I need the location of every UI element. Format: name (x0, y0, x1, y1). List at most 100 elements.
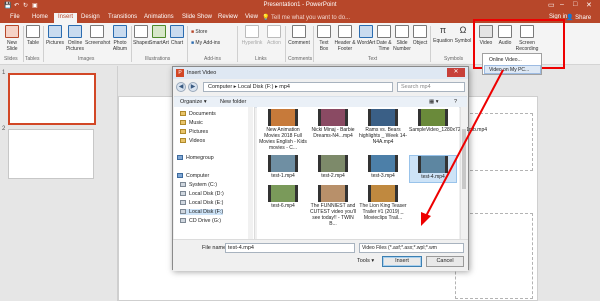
my-addins-label: My Add-ins (195, 40, 221, 46)
forward-icon[interactable]: ▶ (188, 82, 198, 92)
address-input[interactable]: Computer ▸ Local Disk (F:) ▸ mp4 (203, 82, 393, 92)
cancel-button[interactable]: Cancel (426, 256, 464, 267)
screenshot-button[interactable]: Screenshot (85, 25, 110, 46)
nav-item-local-disk-d[interactable]: Local Disk (D:) (180, 191, 224, 197)
file-list-scrollbar[interactable] (460, 107, 467, 239)
maximize-icon[interactable]: □ (573, 1, 577, 8)
nav-item-documents[interactable]: Documents (180, 111, 216, 117)
share-button[interactable]: 👤 Share (566, 14, 591, 21)
nav-item-pictures[interactable]: Pictures (180, 129, 208, 135)
tab-design[interactable]: Design (77, 13, 104, 23)
folder-icon (180, 138, 186, 143)
new-slide-icon (5, 25, 19, 38)
file-item[interactable]: test-3.mp4 (359, 155, 407, 183)
addins-icon: ■ (191, 40, 195, 46)
file-item[interactable]: SampleVideo_1280x720_1mb.mp4 (409, 109, 487, 153)
nav-item-system-c[interactable]: System (C:) (180, 182, 217, 188)
scrollbar-thumb[interactable] (462, 129, 466, 189)
file-item[interactable]: test-2.mp4 (309, 155, 357, 183)
comment-button[interactable]: Comment (287, 25, 311, 46)
file-item[interactable]: Rams vs. Bears highlights _ Week 14-N4A.… (359, 109, 407, 153)
online-video-menu-item[interactable]: Online Video... (489, 57, 522, 63)
file-item[interactable]: Nicki Minaj - Barbie Dreams-N4...mp4 (309, 109, 357, 153)
wordart-button[interactable]: WordArt (357, 25, 375, 46)
file-type-select[interactable]: Video Files (*.asf;*.asx;*.wpl;*.wm (359, 243, 464, 253)
text-box-button[interactable]: Text Box (315, 25, 333, 52)
new-slide-label: New Slide (6, 40, 18, 52)
file-name-label: File name: (202, 245, 228, 251)
slide-thumbnail[interactable] (8, 129, 94, 179)
hyperlink-button[interactable]: Hyperlink (240, 25, 264, 46)
nav-item-computer[interactable]: Computer (177, 173, 209, 179)
video-thumbnail (268, 185, 298, 202)
symbol-button[interactable]: Ω Symbol (454, 25, 472, 44)
online-pictures-button[interactable]: Online Pictures (65, 25, 85, 52)
my-addins-button[interactable]: ■ My Add-ins (191, 40, 220, 46)
photo-album-button[interactable]: Photo Album (110, 25, 130, 52)
pictures-button[interactable]: Pictures (45, 25, 65, 46)
help-icon[interactable]: ? (454, 99, 457, 105)
nav-item-local-disk-f[interactable]: Local Disk (F:) (180, 209, 224, 215)
tab-insert[interactable]: Insert (54, 13, 78, 23)
tab-review[interactable]: Review (214, 13, 242, 23)
tab-animations[interactable]: Animations (140, 13, 178, 23)
tab-slide-show[interactable]: Slide Show (178, 13, 216, 23)
slide-number: 1 (2, 70, 6, 76)
new-folder-button[interactable]: New folder (220, 99, 246, 105)
table-button[interactable]: Table (25, 25, 41, 46)
file-item[interactable]: test-1.mp4 (259, 155, 307, 183)
object-label: Object (412, 40, 428, 46)
search-input[interactable]: Search mp4 (397, 82, 465, 92)
nav-item-label: Computer (186, 173, 210, 179)
back-icon[interactable]: ◀ (176, 82, 186, 92)
smartart-button[interactable]: SmartArt (149, 25, 169, 46)
equation-button[interactable]: π Equation (432, 25, 454, 44)
nav-item-homegroup[interactable]: Homegroup (177, 155, 214, 161)
tab-home[interactable]: Home (28, 13, 52, 23)
tools-button[interactable]: Tools ▾ (357, 258, 374, 264)
close-window-icon[interactable]: ✕ (586, 1, 592, 9)
tab-file[interactable]: File (6, 13, 24, 23)
shapes-button[interactable]: Shapes (133, 25, 150, 46)
minimize-icon[interactable]: – (560, 1, 564, 8)
file-item[interactable]: test-6.mp4 (259, 185, 307, 213)
chart-button[interactable]: Chart (169, 25, 185, 46)
date-time-button[interactable]: Date & Time (375, 25, 393, 52)
video-on-my-pc-menu-item[interactable]: Video on My PC... (489, 67, 529, 73)
nav-pane-scrollbar[interactable] (248, 107, 253, 239)
insert-button[interactable]: Insert (382, 256, 422, 267)
tell-me-input[interactable]: 💡 Tell me what you want to do... (262, 14, 350, 21)
header-footer-button[interactable]: Header & Footer (333, 25, 357, 52)
nav-item-label: Documents (189, 111, 216, 117)
nav-item-cd-drive-g[interactable]: CD Drive (G:) (180, 218, 221, 224)
new-slide-button[interactable]: New Slide (3, 25, 21, 52)
file-item-selected[interactable]: test-4.mp4 (409, 155, 457, 183)
store-button[interactable]: ■ Store (191, 29, 207, 35)
file-item[interactable]: New Animation Movies 2018 Full Movies En… (259, 109, 307, 153)
group-divider (131, 26, 132, 62)
slide-thumbnail[interactable] (8, 73, 96, 125)
file-list: New Animation Movies 2018 Full Movies En… (257, 107, 487, 239)
group-divider (23, 26, 24, 62)
ribbon-display-icon[interactable]: ▭ (548, 1, 555, 9)
dialog-close-button[interactable]: ✕ (447, 68, 465, 77)
organize-button[interactable]: Organize ▾ (180, 99, 207, 105)
tab-transitions[interactable]: Transitions (104, 13, 141, 23)
drive-icon (180, 200, 186, 205)
nav-item-local-disk-e[interactable]: Local Disk (E:) (180, 200, 223, 206)
file-item[interactable]: The Lion King Teaser Trailer #1 (2019) _… (359, 185, 407, 237)
window-title: Presentation1 - PowerPoint (263, 2, 337, 8)
object-button[interactable]: Object (411, 25, 429, 46)
nav-item-videos[interactable]: Videos (180, 138, 205, 144)
slide-number-button[interactable]: Slide Number (393, 25, 411, 52)
file-item[interactable]: The FUNNIEST and CUTEST video you'll see… (309, 185, 357, 237)
nav-item-music[interactable]: Music (180, 120, 203, 126)
action-button[interactable]: Action (265, 25, 283, 46)
text-box-label: Text Box (319, 40, 329, 52)
dialog-title-bar: P Insert Video ✕ (173, 67, 468, 79)
tab-view[interactable]: View (241, 13, 262, 23)
nav-item-label: Homegroup (186, 155, 214, 161)
view-options-icon[interactable]: ▦ ▾ (429, 99, 439, 105)
group-divider (313, 26, 314, 62)
file-name-input[interactable]: test-4.mp4 (225, 243, 355, 253)
